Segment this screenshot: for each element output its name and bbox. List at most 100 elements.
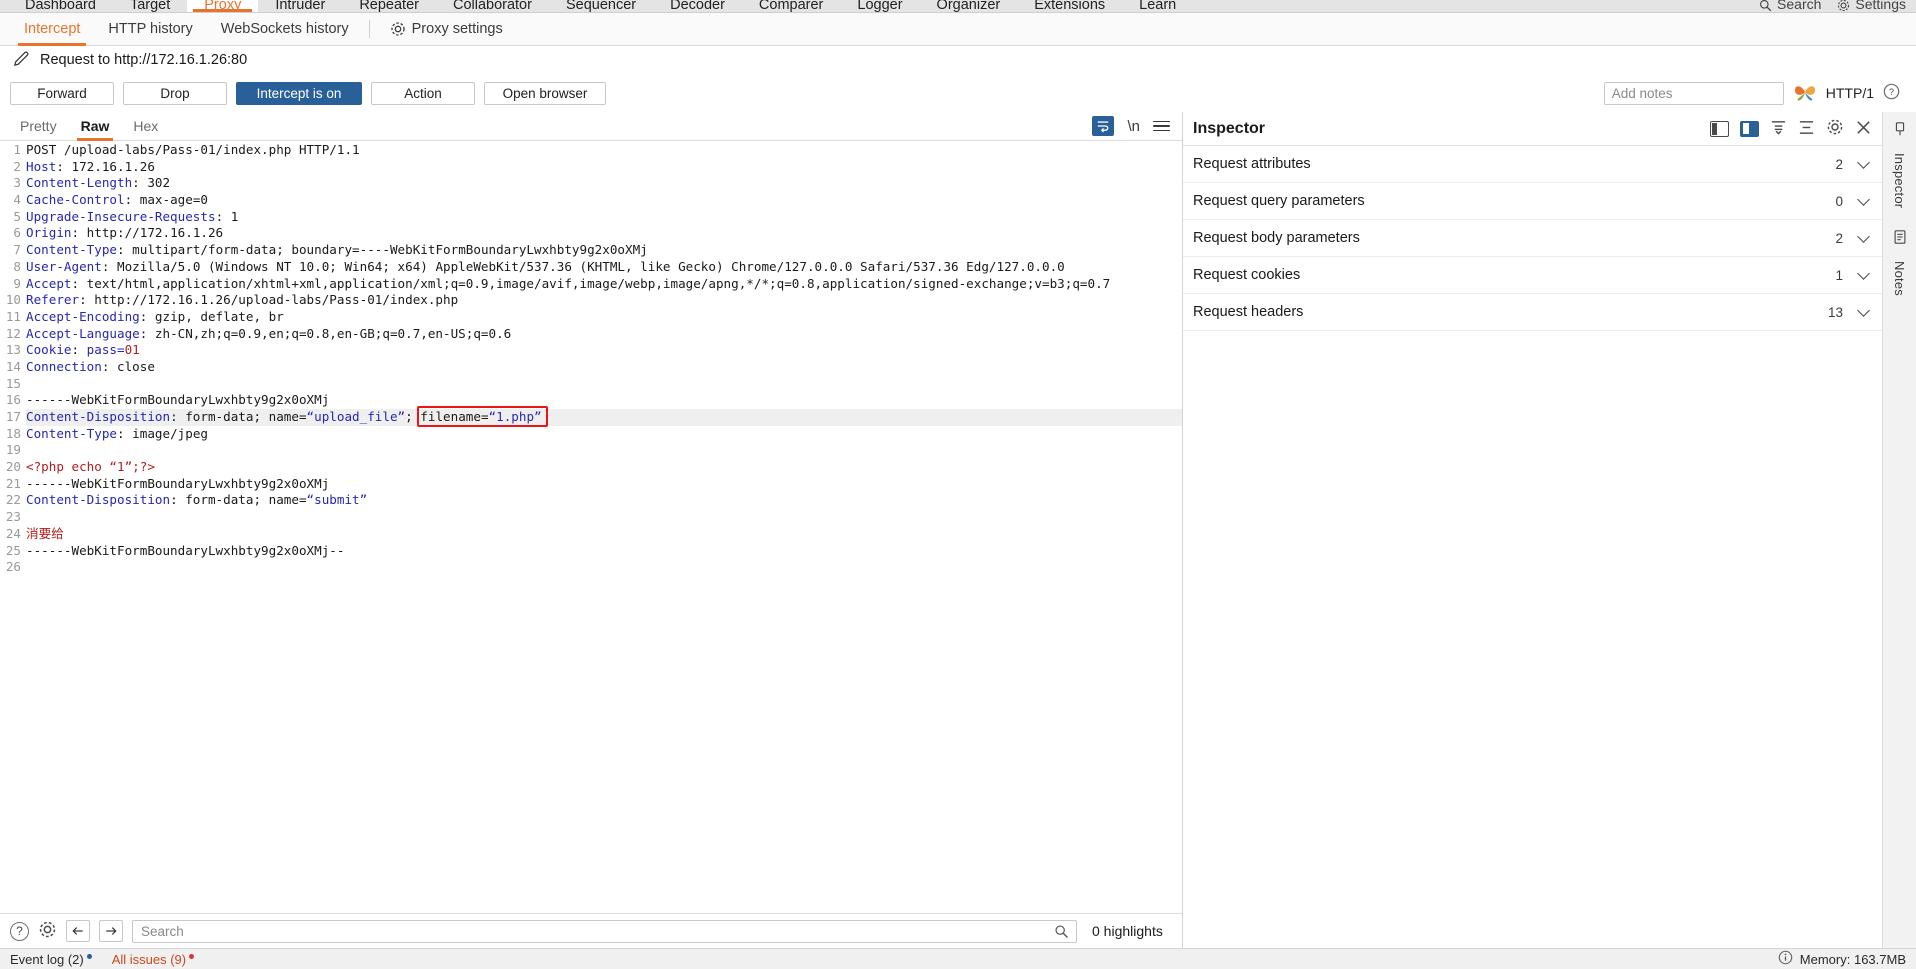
inspector-row-right: 0 — [1835, 192, 1870, 209]
layout-right-icon[interactable] — [1740, 120, 1759, 137]
butterfly-icon[interactable] — [1793, 82, 1817, 105]
inspector-row-request-cookies[interactable]: Request cookies 1 — [1183, 257, 1882, 294]
chevron-down-icon[interactable] — [1857, 155, 1870, 169]
word-wrap-toggle[interactable] — [1092, 116, 1115, 136]
inspector-row-request-headers[interactable]: Request headers 13 — [1183, 294, 1882, 331]
request-line[interactable]: <?php echo “1”;?> — [26, 459, 1182, 476]
collapse-all-icon[interactable] — [1770, 119, 1787, 139]
sub-tab-intercept[interactable]: Intercept — [10, 13, 94, 46]
request-line[interactable]: Origin: http://172.16.1.26 — [26, 225, 1182, 242]
request-line[interactable] — [26, 509, 1182, 526]
request-line[interactable]: User-Agent: Mozilla/5.0 (Windows NT 10.0… — [26, 259, 1182, 276]
editor-tab-hex[interactable]: Hex — [121, 112, 170, 141]
newline-toggle[interactable]: \n — [1127, 118, 1140, 135]
help-icon[interactable]: ? — [10, 921, 29, 941]
search-next-button[interactable] — [99, 920, 123, 942]
main-tab-comparer[interactable]: Comparer — [742, 0, 840, 12]
request-line[interactable] — [26, 442, 1182, 459]
request-line[interactable]: Accept-Language: zh-CN,zh;q=0.9,en;q=0.8… — [26, 326, 1182, 343]
request-line[interactable]: POST /upload-labs/Pass-01/index.php HTTP… — [26, 142, 1182, 159]
request-line[interactable]: 消要给 — [26, 526, 1182, 543]
line-segment: Host — [26, 158, 57, 174]
main-tab-proxy[interactable]: Proxy — [187, 0, 259, 12]
rail-item-inspector[interactable]: Inspector — [1892, 153, 1907, 208]
main-tab-extensions[interactable]: Extensions — [1017, 0, 1122, 12]
hamburger-icon[interactable] — [1153, 120, 1170, 132]
request-line[interactable]: ------WebKitFormBoundaryLwxhbty9g2x0oXMj — [26, 392, 1182, 409]
request-line[interactable]: Content-Type: image/jpeg — [26, 426, 1182, 443]
main-tab-organizer[interactable]: Organizer — [920, 0, 1018, 12]
line-segment: : text/html,application/xhtml+xml,applic… — [71, 275, 1111, 291]
inspector-row-request-query-parameters[interactable]: Request query parameters 0 — [1183, 183, 1882, 220]
pin-icon[interactable] — [1892, 121, 1908, 140]
expand-all-icon[interactable] — [1798, 119, 1815, 139]
status-event-log[interactable]: Event log (2) — [10, 952, 92, 967]
main-tab-target[interactable]: Target — [113, 0, 187, 12]
main-tab-intruder[interactable]: Intruder — [258, 0, 342, 12]
main-tab-dashboard[interactable]: Dashboard — [8, 0, 113, 12]
main-tab-sequencer[interactable]: Sequencer — [549, 0, 653, 12]
request-line[interactable]: Connection: close — [26, 359, 1182, 376]
request-line[interactable]: ------WebKitFormBoundaryLwxhbty9g2x0oXMj… — [26, 543, 1182, 560]
line-number: 15 — [5, 375, 21, 391]
raw-request-view[interactable]: 1 2 3 4 5 6 7 8 9 10 11 12 13 14 15 16 17 18 19 20 21 22 23 24 2… — [0, 141, 1182, 913]
main-tab-decoder[interactable]: Decoder — [653, 0, 742, 12]
open-browser-button[interactable]: Open browser — [484, 81, 606, 105]
request-line[interactable]: Accept: text/html,application/xhtml+xml,… — [26, 276, 1182, 293]
main-tab-learn[interactable]: Learn — [1122, 0, 1193, 12]
drop-button[interactable]: Drop — [123, 81, 227, 105]
search-prev-button[interactable] — [66, 920, 90, 942]
notes-icon[interactable] — [1892, 229, 1908, 248]
request-line[interactable]: Upgrade-Insecure-Requests: 1 — [26, 209, 1182, 226]
line-segment: : form-data; name= — [170, 409, 307, 424]
request-line[interactable]: ------WebKitFormBoundaryLwxhbty9g2x0oXMj — [26, 476, 1182, 493]
request-line[interactable]: Host: 172.16.1.26 — [26, 159, 1182, 176]
request-text-content[interactable]: POST /upload-labs/Pass-01/index.php HTTP… — [26, 141, 1182, 576]
add-notes-input[interactable]: Add notes — [1603, 81, 1784, 105]
request-line[interactable] — [26, 559, 1182, 576]
line-number: 9 — [13, 275, 21, 291]
pencil-icon — [12, 49, 31, 71]
editor-tab-raw[interactable]: Raw — [69, 112, 122, 141]
chevron-down-icon[interactable] — [1857, 192, 1870, 206]
info-icon — [1778, 950, 1793, 968]
tab-proxy-settings[interactable]: Proxy settings — [376, 13, 517, 46]
request-line[interactable]: Content-Length: 302 — [26, 175, 1182, 192]
inspector-row-request-body-parameters[interactable]: Request body parameters 2 — [1183, 220, 1882, 257]
status-all-issues[interactable]: All issues (9) — [112, 952, 195, 967]
request-line[interactable]: Content-Disposition: form-data; name=“up… — [26, 409, 1182, 426]
request-line[interactable]: Content-Disposition: form-data; name=“su… — [26, 492, 1182, 509]
request-line[interactable]: Referer: http://172.16.1.26/upload-labs/… — [26, 292, 1182, 309]
action-button[interactable]: Action — [371, 81, 475, 105]
rail-item-notes[interactable]: Notes — [1892, 261, 1907, 296]
inspector-row-count: 13 — [1827, 304, 1843, 320]
help-icon[interactable]: ? — [1883, 83, 1900, 103]
line-segment: Upgrade-Insecure-Requests — [26, 208, 216, 224]
request-line[interactable] — [26, 376, 1182, 393]
inspector-row-request-attributes[interactable]: Request attributes 2 — [1183, 146, 1882, 183]
chevron-down-icon[interactable] — [1857, 229, 1870, 243]
chevron-down-icon[interactable] — [1857, 303, 1870, 317]
chevron-down-icon[interactable] — [1857, 266, 1870, 280]
main-tab-repeater[interactable]: Repeater — [342, 0, 436, 12]
request-line[interactable]: Accept-Encoding: gzip, deflate, br — [26, 309, 1182, 326]
main-tab-logger[interactable]: Logger — [840, 0, 919, 12]
forward-button[interactable]: Forward — [10, 81, 114, 105]
request-line[interactable]: Cache-Control: max-age=0 — [26, 192, 1182, 209]
editor-search-bar: ? Search 0 highlights — [0, 913, 1182, 948]
close-icon[interactable] — [1855, 119, 1872, 139]
global-search-button[interactable]: Search — [1759, 0, 1821, 12]
status-memory-group[interactable]: Memory: 163.7MB — [1778, 950, 1906, 968]
sub-tab-websockets-history[interactable]: WebSockets history — [207, 13, 363, 46]
main-tab-collaborator[interactable]: Collaborator — [436, 0, 549, 12]
gear-icon[interactable] — [1826, 118, 1844, 139]
editor-tab-pretty[interactable]: Pretty — [8, 112, 69, 141]
search-input[interactable]: Search — [132, 919, 1077, 943]
request-line[interactable]: Cookie: pass=01 — [26, 342, 1182, 359]
request-line[interactable]: Content-Type: multipart/form-data; bound… — [26, 242, 1182, 259]
gear-icon[interactable] — [38, 920, 57, 942]
sub-tab-http-history[interactable]: HTTP history — [94, 13, 206, 46]
layout-left-icon[interactable] — [1710, 120, 1729, 137]
global-settings-button[interactable]: Settings — [1837, 0, 1906, 12]
intercept-toggle-button[interactable]: Intercept is on — [236, 81, 362, 105]
